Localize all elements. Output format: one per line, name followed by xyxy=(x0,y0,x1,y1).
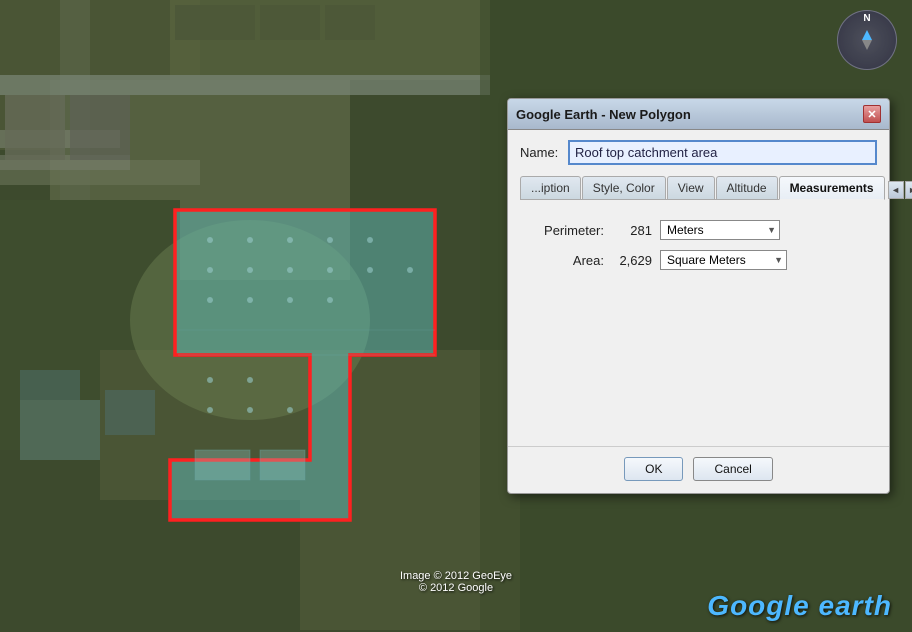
perimeter-label: Perimeter: xyxy=(524,223,604,238)
name-row: Name: xyxy=(520,140,877,165)
google-text: Google xyxy=(707,590,809,621)
area-unit-wrapper: Square Meters Square Feet Square Yards S… xyxy=(660,250,787,270)
area-row: Area: 2,629 Square Meters Square Feet Sq… xyxy=(524,250,873,270)
perimeter-unit-wrapper: Meters Feet Yards Kilometers Miles xyxy=(660,220,780,240)
area-label: Area: xyxy=(524,253,604,268)
area-value: 2,629 xyxy=(612,253,652,268)
cancel-button[interactable]: Cancel xyxy=(693,457,772,481)
earth-text: earth xyxy=(810,590,892,621)
compass[interactable]: N xyxy=(837,10,897,70)
perimeter-value: 281 xyxy=(612,223,652,238)
name-label: Name: xyxy=(520,145,560,160)
tab-prev-button[interactable]: ◄ xyxy=(888,181,904,199)
copyright-text: Image © 2012 GeoEye © 2012 Google xyxy=(400,570,512,594)
dialog-body: Name: ...iption Style, Color View Altitu… xyxy=(508,130,889,438)
close-button[interactable]: ✕ xyxy=(863,105,881,123)
tab-style-color[interactable]: Style, Color xyxy=(582,176,666,199)
dialog-titlebar: Google Earth - New Polygon ✕ xyxy=(508,99,889,130)
ok-button[interactable]: OK xyxy=(624,457,683,481)
measurements-content: Perimeter: 281 Meters Feet Yards Kilomet… xyxy=(520,212,877,428)
tab-altitude[interactable]: Altitude xyxy=(716,176,778,199)
content-spacer xyxy=(524,280,873,420)
compass-arrow xyxy=(857,30,877,50)
tab-view[interactable]: View xyxy=(667,176,715,199)
copyright-line1: Image © 2012 GeoEye xyxy=(400,570,512,582)
perimeter-unit-select[interactable]: Meters Feet Yards Kilometers Miles xyxy=(660,220,780,240)
area-unit-select[interactable]: Square Meters Square Feet Square Yards S… xyxy=(660,250,787,270)
tab-next-button[interactable]: ► xyxy=(905,181,912,199)
dialog-title: Google Earth - New Polygon xyxy=(516,107,691,122)
tab-measurements[interactable]: Measurements xyxy=(779,176,885,200)
tab-nav-group: ◄ ► xyxy=(888,181,912,199)
new-polygon-dialog: Google Earth - New Polygon ✕ Name: ...ip… xyxy=(507,98,890,494)
perimeter-row: Perimeter: 281 Meters Feet Yards Kilomet… xyxy=(524,220,873,240)
google-earth-watermark: Google earth xyxy=(707,590,892,622)
compass-north-label: N xyxy=(863,13,870,24)
tab-description[interactable]: ...iption xyxy=(520,176,581,199)
dialog-footer: OK Cancel xyxy=(508,446,889,493)
copyright-line2: © 2012 Google xyxy=(400,582,512,594)
tabs-row: ...iption Style, Color View Altitude Mea… xyxy=(520,175,877,200)
name-input[interactable] xyxy=(568,140,877,165)
